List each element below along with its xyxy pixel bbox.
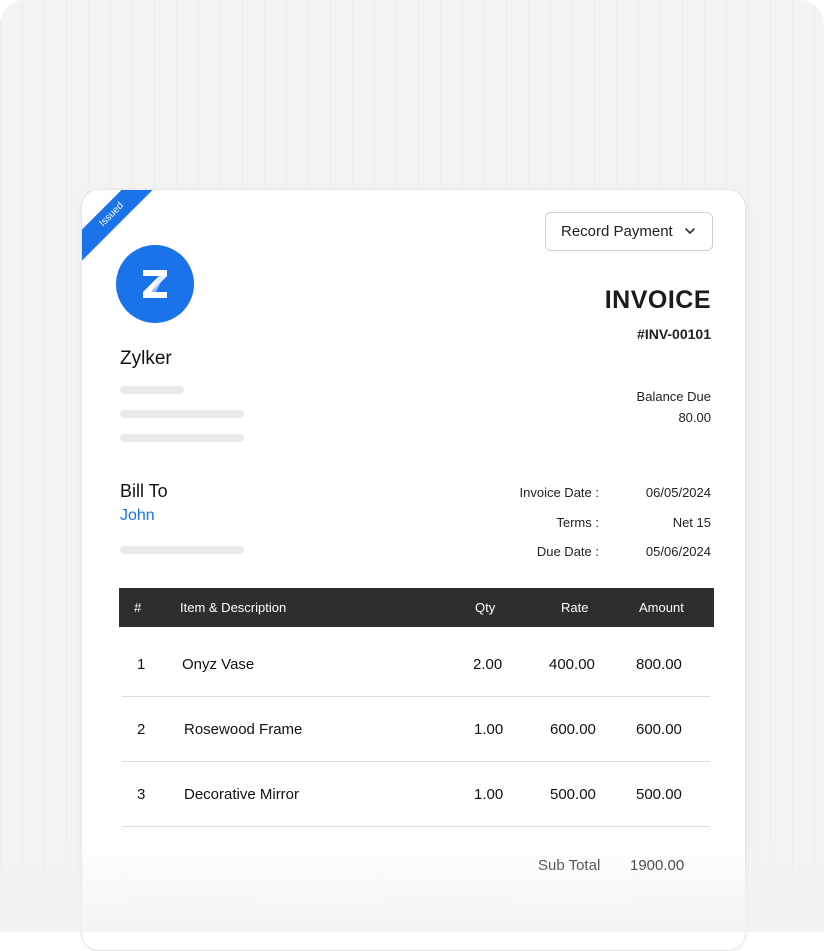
terms-value: Net 15 bbox=[672, 515, 711, 530]
column-header-num: # bbox=[134, 600, 142, 615]
terms-label: Terms : bbox=[556, 515, 599, 530]
column-header-rate: Rate bbox=[561, 600, 589, 615]
item-rate: 400.00 bbox=[549, 656, 595, 673]
table-header: # Item & Description Qty Rate Amount bbox=[119, 588, 714, 627]
item-rate: 600.00 bbox=[550, 721, 596, 738]
address-placeholder-line bbox=[120, 434, 244, 442]
invoice-date-value: 06/05/2024 bbox=[645, 485, 711, 500]
record-payment-label: Record Payment bbox=[561, 223, 673, 240]
chevron-down-icon bbox=[685, 228, 695, 234]
due-date-value: 05/06/2024 bbox=[645, 544, 711, 559]
invoice-title: INVOICE bbox=[604, 286, 711, 314]
record-payment-button[interactable]: Record Payment bbox=[545, 212, 713, 251]
item-name: Rosewood Frame bbox=[184, 721, 303, 738]
invoice-number: #INV-00101 bbox=[637, 326, 711, 342]
balance-due-value: 80.00 bbox=[678, 410, 711, 425]
item-amount: 500.00 bbox=[636, 786, 682, 803]
table-row: 1 Onyz Vase 2.00 400.00 800.00 bbox=[122, 632, 710, 697]
address-placeholder-line bbox=[120, 410, 244, 418]
company-name: Zylker bbox=[120, 348, 172, 369]
item-name: Onyz Vase bbox=[182, 656, 255, 673]
item-qty: 1.00 bbox=[474, 721, 504, 738]
client-name-link[interactable]: John bbox=[120, 507, 155, 525]
item-name: Decorative Mirror bbox=[184, 786, 300, 803]
zylker-logo-icon bbox=[143, 270, 167, 298]
balance-due-label: Balance Due bbox=[636, 389, 711, 404]
invoice-date-label: Invoice Date : bbox=[519, 485, 600, 500]
row-number: 2 bbox=[137, 721, 146, 738]
item-amount: 800.00 bbox=[636, 656, 682, 673]
item-rate: 500.00 bbox=[550, 786, 596, 803]
item-qty: 2.00 bbox=[473, 656, 503, 673]
subtotal-value: 1900.00 bbox=[630, 857, 685, 874]
subtotal-label: Sub Total bbox=[538, 857, 601, 874]
row-number: 3 bbox=[137, 786, 146, 803]
column-header-item: Item & Description bbox=[180, 600, 287, 615]
item-qty: 1.00 bbox=[474, 786, 504, 803]
column-header-amount: Amount bbox=[639, 600, 684, 615]
table-row: 3 Decorative Mirror 1.00 500.00 500.00 bbox=[122, 762, 710, 827]
item-amount: 600.00 bbox=[636, 721, 682, 738]
invoice-card: Issued Record Payment Zylker INVOICE #IN… bbox=[81, 189, 746, 951]
table-row: 2 Rosewood Frame 1.00 600.00 600.00 bbox=[122, 697, 710, 762]
address-placeholder-line bbox=[120, 386, 184, 394]
bill-to-label: Bill To bbox=[120, 481, 168, 501]
column-header-qty: Qty bbox=[475, 600, 496, 615]
company-logo bbox=[116, 245, 194, 323]
client-address-placeholder bbox=[120, 546, 244, 554]
row-number: 1 bbox=[137, 656, 146, 673]
due-date-label: Due Date : bbox=[536, 544, 599, 559]
